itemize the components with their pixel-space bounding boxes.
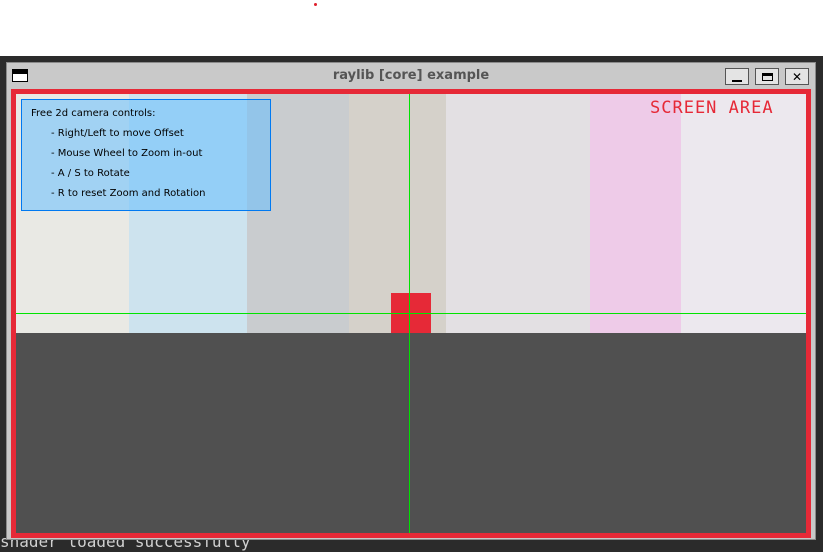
help-title: Free 2d camera controls: bbox=[31, 108, 156, 119]
help-line: - A / S to Rotate bbox=[51, 168, 130, 179]
close-icon: ✕ bbox=[791, 69, 803, 84]
help-panel: Free 2d camera controls: - Right/Left to… bbox=[21, 99, 271, 211]
window-title: raylib [core] example bbox=[332, 68, 490, 83]
ground bbox=[16, 333, 806, 533]
help-line: - Mouse Wheel to Zoom in-out bbox=[51, 148, 203, 159]
window-titlebar[interactable]: raylib [core] example ✕ bbox=[7, 63, 815, 89]
mouse-cursor-dot bbox=[314, 3, 317, 6]
minimize-button[interactable] bbox=[725, 68, 749, 85]
maximize-button[interactable] bbox=[755, 68, 779, 85]
building bbox=[681, 93, 806, 333]
crosshair-horizontal bbox=[16, 313, 806, 314]
building bbox=[446, 93, 590, 333]
maximize-icon bbox=[761, 72, 773, 81]
screen-area-label: SCREEN AREA bbox=[650, 98, 774, 118]
help-line: - R to reset Zoom and Rotation bbox=[51, 188, 206, 199]
building bbox=[590, 93, 681, 333]
close-button[interactable]: ✕ bbox=[785, 68, 809, 85]
minimize-icon bbox=[732, 79, 742, 82]
help-line: - Right/Left to move Offset bbox=[51, 128, 184, 139]
